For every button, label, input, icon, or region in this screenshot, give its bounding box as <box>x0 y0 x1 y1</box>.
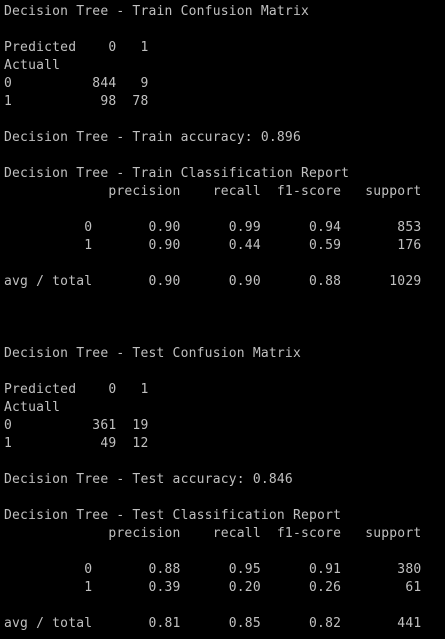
console-line-train-report-header: precision recall f1-score support <box>4 184 422 199</box>
console-line-train-accuracy: Decision Tree - Train accuracy: 0.896 <box>4 130 301 145</box>
console-line-train-cm-title: Decision Tree - Train Confusion Matrix <box>4 4 310 19</box>
console-line-train-report-row-1: 1 0.90 0.44 0.59 176 <box>4 238 422 253</box>
console-line-train-cm-row-1: 1 98 78 <box>4 94 149 109</box>
console-line-test-cm-row-0: 0 361 19 <box>4 418 149 433</box>
console-output: Decision Tree - Train Confusion Matrix P… <box>4 3 445 639</box>
console-line-test-report-avg: avg / total 0.81 0.85 0.82 441 <box>4 616 422 631</box>
console-line-test-report-row-0: 0 0.88 0.95 0.91 380 <box>4 562 422 577</box>
console-line-test-report-title: Decision Tree - Test Classification Repo… <box>4 508 342 523</box>
console-line-test-report-row-1: 1 0.39 0.20 0.26 61 <box>4 580 422 595</box>
console-line-test-accuracy: Decision Tree - Test accuracy: 0.846 <box>4 472 293 487</box>
console-line-test-cm-title: Decision Tree - Test Confusion Matrix <box>4 346 301 361</box>
console-line-train-cm-actual-label: Actuall <box>4 58 61 73</box>
console-line-test-cm-row-1: 1 49 12 <box>4 436 149 451</box>
console-line-train-cm-header: Predicted 0 1 <box>4 40 149 55</box>
console-line-test-report-header: precision recall f1-score support <box>4 526 422 541</box>
console-line-train-report-row-0: 0 0.90 0.99 0.94 853 <box>4 220 422 235</box>
console-line-train-report-title: Decision Tree - Train Classification Rep… <box>4 166 350 181</box>
console-line-test-cm-actual-label: Actuall <box>4 400 61 415</box>
console-line-train-cm-row-0: 0 844 9 <box>4 76 149 91</box>
console-line-train-report-avg: avg / total 0.90 0.90 0.88 1029 <box>4 274 422 289</box>
console-line-test-cm-header: Predicted 0 1 <box>4 382 149 397</box>
